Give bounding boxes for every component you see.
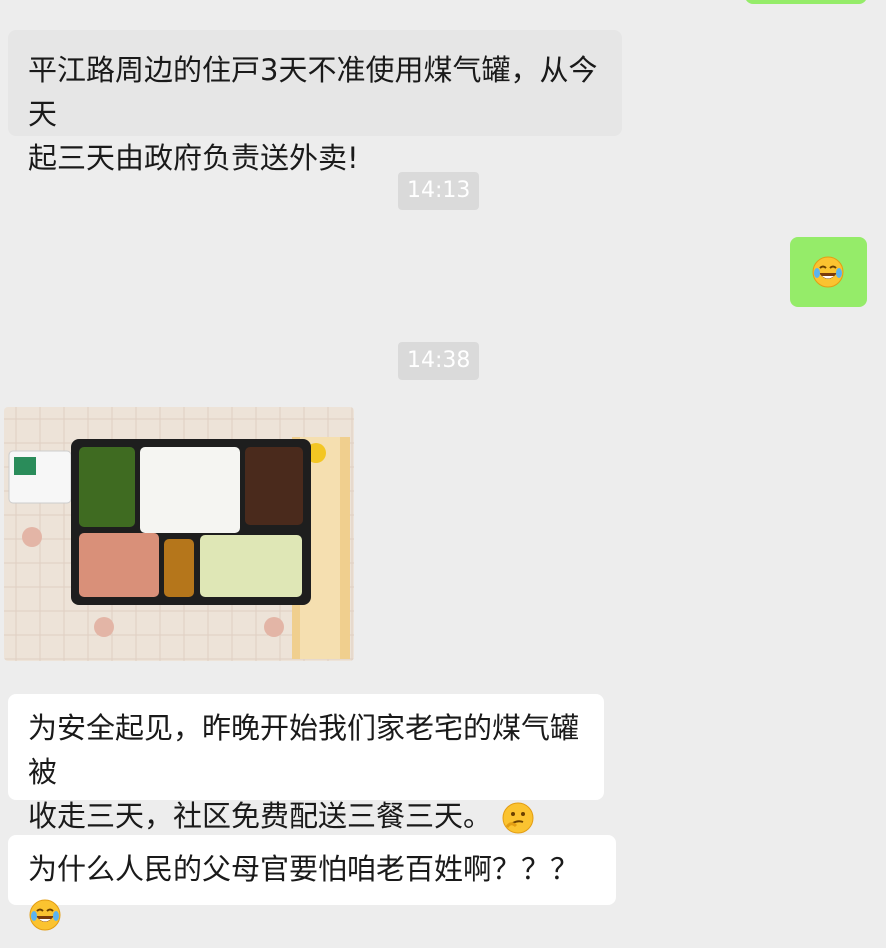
thinking-face-icon [502,802,534,834]
message-text-line: 平江路周边的住戸3天不准使用煤气罐，从今天 [28,53,598,131]
incoming-message-1[interactable]: 平江路周边的住戸3天不准使用煤气罐，从今天 起三天由政府负责送外卖! [8,30,622,175]
photo-message[interactable] [4,407,354,661]
incoming-message-2[interactable]: 为安全起见，昨晚开始我们家老宅的煤气罐被 收走三天，社区免费配送三餐三天。 [8,694,604,834]
timestamp: 14:13 [398,172,480,210]
outgoing-emoji-bubble[interactable] [790,237,867,307]
timestamp: 14:38 [398,342,480,380]
message-text-line: 起三天由政府负责送外卖! [28,141,359,175]
outgoing-bubble-partial[interactable] [745,0,867,4]
message-text-line: 为安全起见，昨晚开始我们家老宅的煤气罐被 [28,711,580,789]
message-text-line-with-emoji: 收走三天，社区免费配送三餐三天。 [28,794,584,838]
incoming-message-3[interactable]: 为什么人民的父母官要怕咱老百姓啊？？？ [8,835,616,931]
message-text: 为什么人民的父母官要怕咱老百姓啊？？？ [28,852,580,886]
lunch-box-photo [4,407,354,661]
laughing-crying-face-icon [812,256,844,288]
message-text: 收走三天，社区免费配送三餐三天。 [28,799,493,833]
laughing-crying-face-icon [29,899,61,931]
